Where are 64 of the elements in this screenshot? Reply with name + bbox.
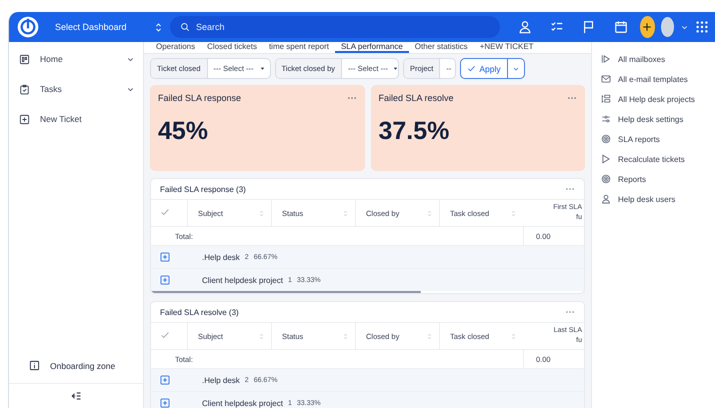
apps-grid-icon[interactable] bbox=[695, 20, 709, 34]
sidebar-item[interactable]: Tasks bbox=[9, 74, 143, 104]
apply-options-button[interactable] bbox=[508, 58, 525, 79]
dashboard-icon bbox=[19, 54, 30, 64]
search-icon bbox=[180, 22, 190, 32]
settings-icon bbox=[601, 114, 611, 124]
tab[interactable]: Other statistics bbox=[408, 42, 474, 53]
apply-button[interactable]: Apply bbox=[460, 58, 508, 79]
hierarchy-icon bbox=[601, 94, 611, 104]
envelope-icon bbox=[601, 74, 611, 84]
avatar[interactable] bbox=[660, 17, 674, 37]
collapse-icon[interactable] bbox=[70, 390, 82, 402]
onboarding-link[interactable]: Onboarding zone bbox=[9, 360, 143, 383]
tab[interactable]: Operations bbox=[150, 42, 202, 53]
group-name: Client helpdesk project bbox=[202, 276, 283, 284]
menu-item[interactable]: All e-mail templates bbox=[592, 69, 715, 89]
user-icon[interactable] bbox=[518, 20, 532, 34]
group-name: Client helpdesk project bbox=[202, 398, 283, 408]
check-icon[interactable] bbox=[160, 330, 170, 340]
search-field[interactable]: Search bbox=[170, 16, 500, 38]
menu-item[interactable]: SLA reports bbox=[592, 129, 715, 149]
play-icon bbox=[601, 154, 611, 164]
expand-row-icon[interactable] bbox=[160, 398, 170, 408]
check-icon[interactable] bbox=[160, 207, 170, 217]
expand-row-icon[interactable] bbox=[160, 275, 170, 285]
inbox-icon bbox=[601, 54, 611, 64]
sidebar-item[interactable]: New Ticket bbox=[9, 104, 143, 134]
menu-item[interactable]: Reports bbox=[592, 169, 715, 189]
sort-icon[interactable] bbox=[153, 22, 164, 32]
menu-item[interactable]: Help desk users bbox=[592, 189, 715, 209]
flag-icon[interactable] bbox=[582, 20, 596, 34]
menu-item[interactable]: Recalculate tickets bbox=[592, 149, 715, 169]
kpi-title: Failed SLA response bbox=[158, 93, 242, 103]
sidebar-item[interactable]: Home bbox=[9, 44, 143, 74]
table-title: Failed SLA response (3) bbox=[160, 184, 246, 194]
info-icon bbox=[29, 360, 40, 371]
menu-item[interactable]: All Help desk projects bbox=[592, 89, 715, 109]
kpi-value: 37.5% bbox=[378, 117, 450, 146]
tab[interactable]: SLA performance bbox=[334, 42, 409, 53]
menu-item[interactable]: Help desk settings bbox=[592, 109, 715, 129]
menu-item[interactable]: All mailboxes bbox=[592, 49, 715, 69]
logo-icon[interactable] bbox=[17, 16, 39, 38]
kpi-title: Failed SLA resolve bbox=[378, 93, 454, 103]
tab[interactable]: +NEW TICKET bbox=[474, 42, 540, 53]
dropdown-caret-icon bbox=[258, 65, 266, 72]
plus-icon bbox=[641, 21, 654, 33]
clipboard-icon bbox=[19, 84, 30, 94]
tab[interactable]: Closed tickets bbox=[201, 42, 263, 53]
group-name: .Help desk bbox=[202, 376, 240, 384]
check-icon bbox=[467, 64, 476, 73]
tab[interactable]: time spent report bbox=[262, 42, 335, 53]
table-title: Failed SLA resolve (3) bbox=[160, 308, 239, 316]
user-icon bbox=[601, 194, 611, 204]
group-name: .Help desk bbox=[202, 252, 240, 262]
expand-row-icon[interactable] bbox=[160, 252, 170, 262]
calendar-icon[interactable] bbox=[614, 20, 628, 34]
expand-row-icon[interactable] bbox=[160, 375, 170, 385]
plus-square-icon bbox=[19, 114, 30, 124]
add-button[interactable] bbox=[640, 16, 655, 38]
kpi-value: 45% bbox=[158, 117, 210, 146]
target-icon bbox=[601, 134, 611, 144]
target-icon bbox=[601, 174, 611, 184]
dropdown-caret-icon bbox=[392, 65, 398, 72]
dashboard-selector[interactable]: Select Dashboard bbox=[45, 22, 147, 32]
